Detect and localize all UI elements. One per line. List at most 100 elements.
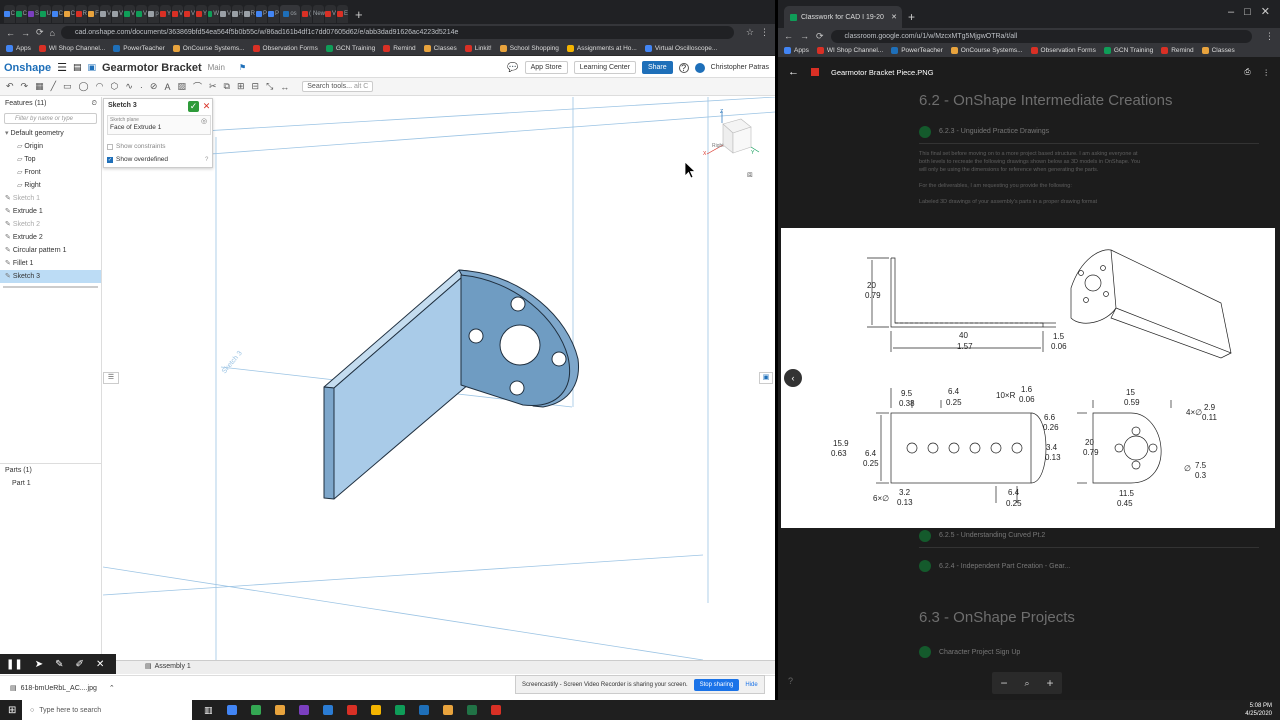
feature-filter-input[interactable]: Filter by name or type (4, 113, 97, 124)
assignment-title[interactable]: 6.2.5 - Understanding Curved Pt.2 (939, 532, 1045, 539)
bookmark-item[interactable]: Classes (1201, 47, 1235, 54)
back-arrow-icon[interactable]: ← (788, 66, 799, 78)
share-button[interactable]: Share (641, 61, 673, 74)
browser-tab[interactable]: C (4, 5, 15, 23)
assignment-title[interactable]: Character Project Sign Up (939, 649, 1020, 656)
right-url-field[interactable]: classroom.google.com/u/1/w/MzcxMTg5MjgwO… (830, 29, 1252, 43)
bookmark-item[interactable]: OnCourse Systems... (950, 47, 1023, 54)
document-title[interactable]: Gearmotor Bracket (102, 62, 202, 74)
help-icon[interactable]: ? (678, 62, 689, 73)
document-icon[interactable]: ▣ (87, 62, 96, 73)
menu-icon[interactable]: ⋮ (1265, 31, 1274, 42)
browser-tab[interactable]: P (268, 5, 279, 23)
feature-tree-item[interactable]: ✎ Sketch 1 (0, 192, 101, 205)
bookmark-item[interactable]: Remind (1161, 47, 1194, 54)
browser-tab[interactable]: H (232, 5, 243, 23)
bookmark-item[interactable]: Linkit! (464, 44, 492, 52)
taskbar-app-icon[interactable] (226, 705, 237, 715)
feature-tree-item[interactable]: ✎ Sketch 3 (0, 270, 101, 283)
close-icon[interactable]: ✕ (96, 659, 104, 670)
feature-tree-item[interactable]: ✎ Circular pattern 1 (0, 244, 101, 257)
show-overdefined-checkbox[interactable]: ✓ (107, 156, 113, 163)
collapse-right-icon[interactable]: ▣ (759, 372, 773, 384)
back-icon[interactable]: ← (6, 28, 15, 38)
feature-tree-item[interactable]: ▾ Default geometry (0, 127, 101, 140)
browser-tab[interactable]: U (40, 5, 51, 23)
chevron-up-icon[interactable]: ⌃ (109, 684, 115, 692)
show-constraints-checkbox[interactable] (107, 143, 113, 150)
browser-tab[interactable]: V (136, 5, 147, 23)
point-tool-icon[interactable]: · (140, 82, 143, 92)
pause-icon[interactable]: ❚❚ (6, 659, 23, 670)
image-tool-icon[interactable]: ▨ (177, 81, 186, 92)
bookmark-item[interactable]: Virtual Oscilloscope... (644, 44, 717, 52)
highlighter-icon[interactable]: ✐ (76, 659, 84, 670)
browser-tab[interactable]: New (313, 5, 325, 23)
view-cube[interactable]: Right Z X Y (703, 109, 763, 164)
sketch-plane-field[interactable]: Sketch plane Face of Extrude 1 (107, 115, 211, 135)
mirror-tool-icon[interactable]: ⊞ (237, 81, 245, 92)
taskbar-app-icon[interactable] (490, 705, 501, 715)
bookmark-item[interactable]: PowerTeacher (113, 44, 165, 52)
browser-tab[interactable]: Y (196, 5, 207, 23)
more-icon[interactable]: ⋮ (1263, 68, 1271, 77)
sketch-tool-icon[interactable]: ▦ (35, 81, 44, 92)
bookmark-item[interactable]: Remind (383, 44, 416, 52)
dimension-tool-icon[interactable]: ↔ (280, 82, 289, 92)
bookmark-item[interactable]: GCN Training (1103, 47, 1153, 54)
maximize-icon[interactable]: □ (1244, 6, 1251, 18)
browser-tab[interactable]: C (64, 5, 75, 23)
trim-tool-icon[interactable]: ✂ (209, 81, 217, 92)
arc-tool-icon[interactable]: ◠ (96, 81, 104, 92)
version-icon[interactable]: ⚑ (239, 63, 246, 72)
line-tool-icon[interactable]: ╱ (51, 81, 56, 92)
bookmark-item[interactable]: GCN Training (325, 44, 375, 52)
browser-tab[interactable]: R (244, 5, 255, 23)
forward-icon[interactable]: → (800, 31, 809, 41)
browser-tab[interactable]: C (52, 5, 63, 23)
view-options-icon[interactable]: ⧈ (747, 169, 753, 180)
taskbar-app-icon[interactable] (370, 705, 381, 715)
help-icon[interactable]: ? (205, 157, 208, 163)
browser-tab[interactable]: V (325, 5, 336, 23)
browser-tab[interactable]: V (184, 5, 195, 23)
reload-icon[interactable]: ⟳ (816, 31, 824, 42)
star-icon[interactable]: ☆ (746, 27, 754, 38)
bookmark-item[interactable]: Classes (423, 44, 457, 52)
accept-sketch-button[interactable]: ✓ (188, 101, 199, 112)
browser-tab[interactable]: os (280, 5, 300, 23)
rollback-icon[interactable]: ⏲ (92, 97, 97, 110)
taskbar-app-icon[interactable] (442, 705, 453, 715)
redo-icon[interactable]: ↷ (21, 81, 29, 92)
circle-tool-icon[interactable]: ◯ (79, 81, 89, 92)
home-icon[interactable]: ⌂ (50, 28, 55, 38)
transform-tool-icon[interactable]: ⤡ (266, 81, 273, 92)
assembly-tab[interactable]: ▤ Assembly 1 (145, 662, 191, 671)
user-name[interactable]: Christopher Patras (711, 64, 769, 71)
windows-start-icon[interactable]: ⊞ (8, 705, 16, 716)
browser-tab[interactable]: P (256, 5, 267, 23)
feature-tree-item[interactable]: ▱ Right (0, 179, 101, 192)
left-url-field[interactable]: cad.onshape.com/documents/363869bfd54ea5… (60, 26, 734, 39)
browser-tab[interactable]: F (88, 5, 99, 23)
bookmark-item[interactable]: Observation Forms (252, 44, 318, 52)
assignment-title[interactable]: 6.2.4 - Independent Part Creation - Gear… (939, 563, 1070, 570)
reload-icon[interactable]: ⟳ (36, 27, 44, 38)
graphics-viewport[interactable]: Sketch 3 Right Z X Y ⧈ ☰ ▣ (103, 97, 775, 660)
hide-button[interactable]: Hide (745, 682, 757, 688)
feature-tree-item[interactable]: ✎ Sketch 2 (0, 218, 101, 231)
learning-center-button[interactable]: Learning Center (573, 61, 636, 74)
taskbar-app-icon[interactable] (322, 705, 333, 715)
bookmark-item[interactable]: Assignments at Ho... (566, 44, 637, 52)
onshape-logo[interactable]: Onshape (4, 62, 51, 74)
taskbar-app-icon[interactable] (346, 705, 357, 715)
construction-icon[interactable]: ⊘ (150, 81, 158, 92)
bookmark-item[interactable]: Apps (784, 47, 809, 54)
zoom-out-icon[interactable]: − (1000, 676, 1007, 690)
feature-tree-item[interactable]: ▱ Top (0, 153, 101, 166)
close-tab-icon[interactable]: ✕ (891, 13, 902, 21)
new-tab-button[interactable]: + (908, 10, 915, 24)
menu-icon[interactable]: ⋮ (760, 27, 769, 38)
cancel-sketch-button[interactable]: ✕ (201, 101, 212, 112)
fillet-tool-icon[interactable]: ⌒ (193, 80, 202, 93)
